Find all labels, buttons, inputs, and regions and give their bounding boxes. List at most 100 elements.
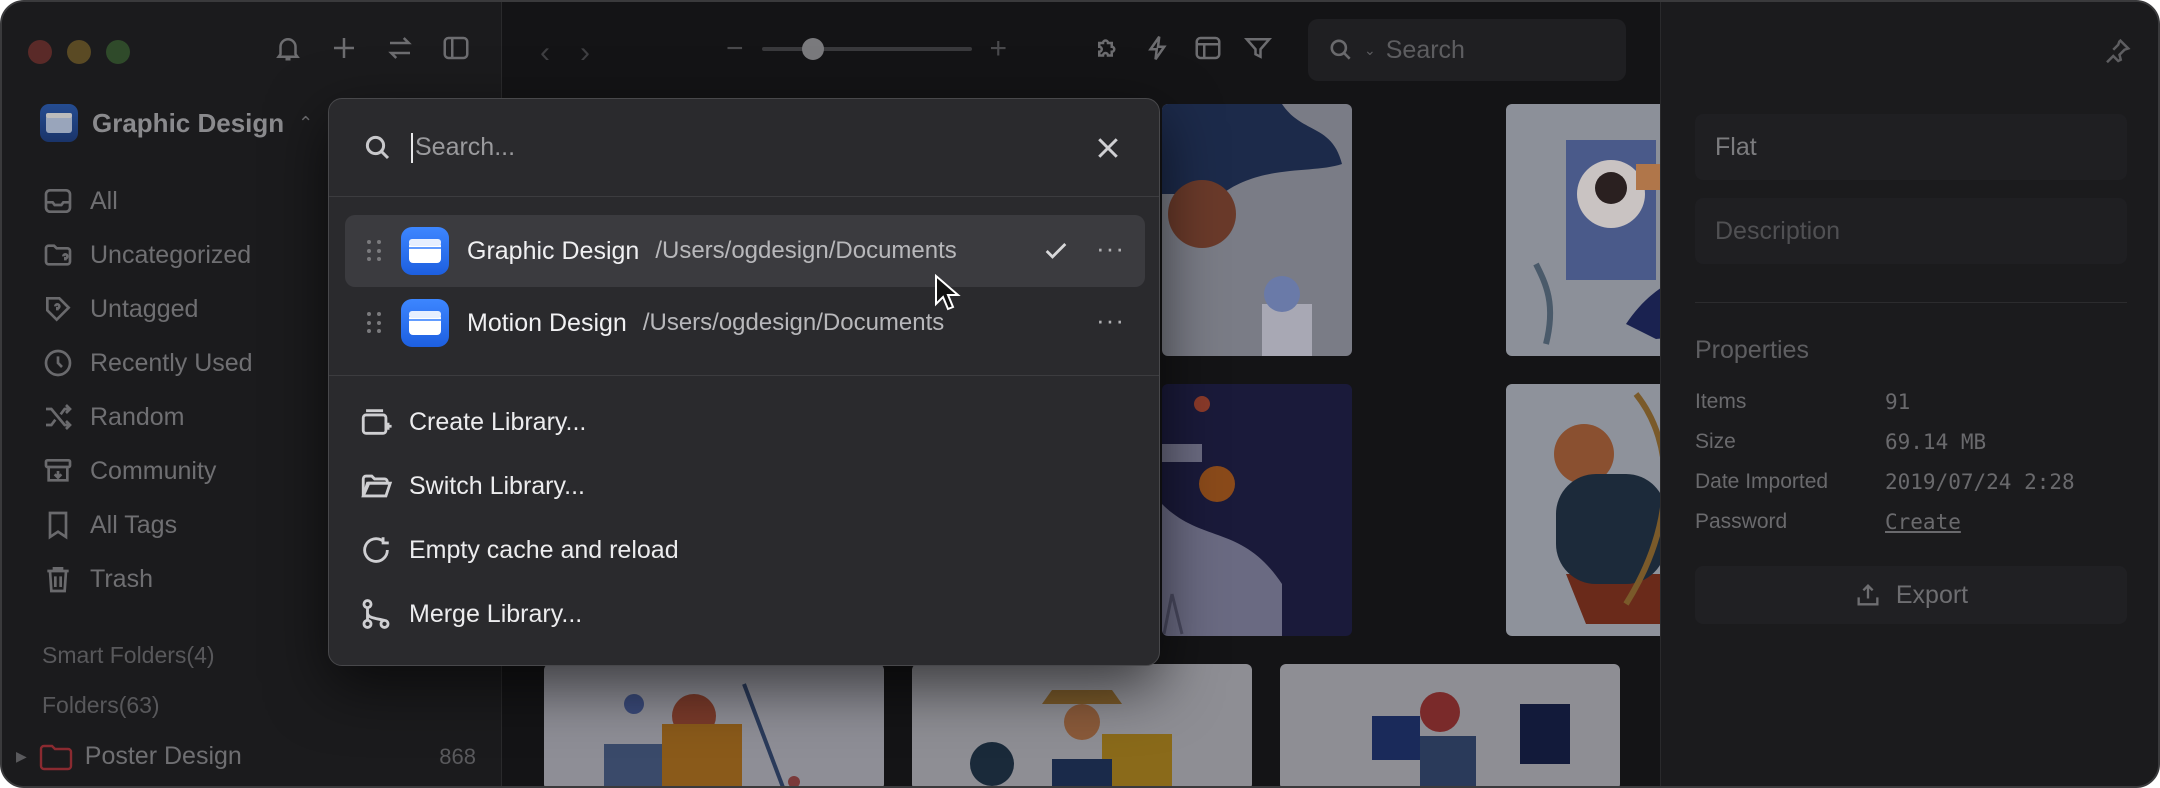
disclosure-triangle-icon[interactable]: ▶ xyxy=(16,748,27,765)
properties-title: Properties xyxy=(1695,336,1809,364)
export-button[interactable]: Export xyxy=(1695,566,2127,624)
library-item-graphic-design[interactable]: Graphic Design /Users/ogdesign/Documents… xyxy=(345,215,1145,287)
plus-icon[interactable] xyxy=(328,32,360,64)
reload-icon xyxy=(363,537,389,563)
folders-header[interactable]: Folders(63) xyxy=(42,692,160,719)
library-search-input[interactable] xyxy=(415,133,1015,162)
zoom-in-icon[interactable]: + xyxy=(990,32,1008,66)
puzzle-icon[interactable] xyxy=(1092,32,1124,64)
property-row: Password Create xyxy=(1695,510,2127,534)
property-row: Size 69.14 MB xyxy=(1695,430,2127,454)
property-value: 69.14 MB xyxy=(1885,430,1987,454)
switch-library-button[interactable]: Switch Library... xyxy=(359,469,585,503)
swap-icon[interactable] xyxy=(384,32,416,64)
sidebar-item-random[interactable]: Random xyxy=(42,390,253,444)
sidebar-item-label: All Tags xyxy=(90,510,178,539)
zoom-slider[interactable] xyxy=(761,38,972,60)
zoom-control: − + xyxy=(726,32,1007,66)
empty-cache-button[interactable]: Empty cache and reload xyxy=(359,533,679,567)
sidebar-nav: All Uncategorized Untagged Recently Used… xyxy=(42,174,253,606)
sidebar-item-label: Trash xyxy=(90,564,153,593)
sidebar-toolbar xyxy=(272,32,472,64)
library-name: Graphic Design xyxy=(92,107,285,138)
description-field[interactable]: Description xyxy=(1695,198,2127,264)
property-key: Items xyxy=(1695,390,1747,413)
more-options-icon[interactable]: ··· xyxy=(1096,305,1125,336)
sidebar-item-label: Untagged xyxy=(90,294,199,323)
library-item-motion-design[interactable]: Motion Design /Users/ogdesign/Documents … xyxy=(345,287,1145,359)
sidebar-item-recently-used[interactable]: Recently Used xyxy=(42,336,253,390)
property-value: 2019/07/24 2:28 xyxy=(1885,470,2075,494)
zoom-slider-thumb[interactable] xyxy=(801,38,824,60)
close-window-button[interactable] xyxy=(28,40,52,64)
asset-thumbnail[interactable] xyxy=(544,664,884,786)
lightning-icon[interactable] xyxy=(1142,32,1174,64)
asset-thumbnail[interactable] xyxy=(912,664,1252,786)
property-value: 91 xyxy=(1885,390,1911,414)
shuffle-icon xyxy=(46,404,72,430)
drag-handle-icon[interactable] xyxy=(367,312,383,334)
layout-icon[interactable] xyxy=(1192,32,1224,64)
action-label: Create Library... xyxy=(409,407,587,436)
upload-icon xyxy=(1857,584,1879,606)
bell-icon[interactable] xyxy=(272,32,304,64)
smart-folders-header[interactable]: Smart Folders(4) xyxy=(42,642,215,669)
chevron-updown-icon: ⌃ xyxy=(298,112,314,133)
library-switcher[interactable]: Graphic Design ⌃ xyxy=(40,104,313,142)
filter-icon[interactable] xyxy=(1242,32,1274,64)
mouse-cursor-icon xyxy=(935,274,961,311)
forward-arrow-icon[interactable]: › xyxy=(580,36,590,70)
back-arrow-icon[interactable]: ‹ xyxy=(540,36,550,70)
action-label: Switch Library... xyxy=(409,471,585,500)
name-field[interactable]: Flat xyxy=(1695,114,2127,180)
asset-thumbnail[interactable] xyxy=(1162,384,1352,636)
sidebar-item-untagged[interactable]: Untagged xyxy=(42,282,253,336)
create-library-button[interactable]: Create Library... xyxy=(359,405,586,439)
folder-icon xyxy=(39,744,72,770)
checkmark-icon xyxy=(1041,237,1071,270)
inbox-icon xyxy=(44,189,72,213)
drag-handle-icon[interactable] xyxy=(367,240,383,262)
pin-icon[interactable] xyxy=(2102,36,2132,71)
popover-search xyxy=(329,99,1159,197)
create-library-icon xyxy=(361,409,392,435)
bookmark-icon xyxy=(48,511,68,540)
library-popover: Graphic Design /Users/ogdesign/Documents… xyxy=(328,98,1160,666)
minimize-window-button[interactable] xyxy=(67,40,91,64)
inspector-panel: Flat Description Properties Items 91 Siz… xyxy=(1660,2,2158,786)
sidebar-item-all[interactable]: All xyxy=(42,174,253,228)
folder-item-poster-design[interactable]: ▶ Poster Design 868 xyxy=(16,742,476,771)
more-options-icon[interactable]: ··· xyxy=(1096,233,1125,264)
window-controls xyxy=(28,40,130,64)
sidebar-item-trash[interactable]: Trash xyxy=(42,552,253,606)
sidebar-item-label: Uncategorized xyxy=(90,240,252,269)
create-password-link[interactable]: Create xyxy=(1885,510,1961,534)
action-label: Empty cache and reload xyxy=(409,535,679,564)
library-icon xyxy=(401,299,449,347)
library-name: Motion Design xyxy=(467,308,627,337)
sidebar-toggle-icon[interactable] xyxy=(440,32,472,64)
library-path: /Users/ogdesign/Documents xyxy=(642,309,945,336)
close-icon[interactable] xyxy=(1093,133,1123,163)
property-key: Size xyxy=(1695,430,1736,453)
divider xyxy=(1695,302,2127,303)
zoom-out-icon[interactable]: − xyxy=(726,32,744,66)
merge-library-button[interactable]: Merge Library... xyxy=(359,597,582,631)
folder-question-icon xyxy=(44,244,72,266)
sidebar-item-label: Random xyxy=(90,402,185,431)
chevron-down-icon[interactable]: ⌄ xyxy=(1364,42,1376,59)
library-icon xyxy=(401,227,449,275)
asset-thumbnail[interactable] xyxy=(1162,104,1352,356)
library-path: /Users/ogdesign/Documents xyxy=(655,237,957,264)
sidebar-item-community[interactable]: Community xyxy=(42,444,253,498)
sidebar-item-uncategorized[interactable]: Uncategorized xyxy=(42,228,253,282)
property-row: Items 91 xyxy=(1695,390,2127,414)
search-icon xyxy=(365,135,390,159)
property-key: Date Imported xyxy=(1695,470,1829,493)
library-name: Graphic Design xyxy=(467,236,640,265)
sidebar-item-all-tags[interactable]: All Tags xyxy=(42,498,253,552)
toolbar-search[interactable]: ⌄ Search xyxy=(1308,19,1626,81)
asset-thumbnail[interactable] xyxy=(1280,664,1620,786)
trash-icon xyxy=(47,567,69,593)
zoom-window-button[interactable] xyxy=(106,40,130,64)
